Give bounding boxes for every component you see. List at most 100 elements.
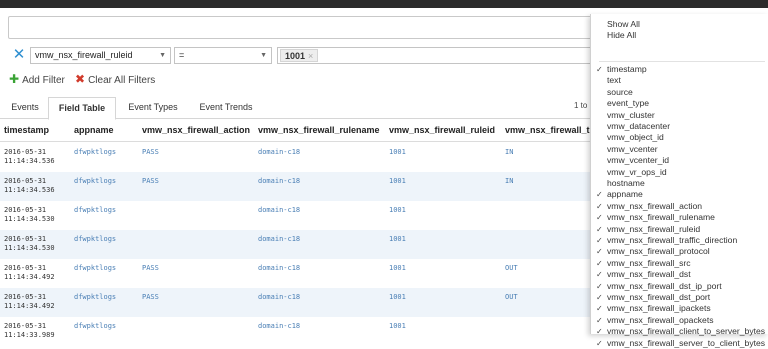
plus-icon: ✚ [9,72,20,86]
action-cell[interactable]: PASS [142,177,159,186]
filter-field-value: vmw_nsx_firewall_ruleid [35,50,133,60]
ruleid-cell[interactable]: 1001 [389,322,406,331]
add-filter-button[interactable]: ✚ Add Filter [9,72,65,86]
column-option-label: event_type [607,98,650,109]
top-bar [0,0,768,8]
checkmark-icon: ✓ [596,281,603,291]
appname-cell[interactable]: dfwpktlogs [74,177,116,186]
direction-cell[interactable]: OUT [505,293,518,302]
show-all-label: Show All [607,19,640,29]
timestamp-time: 11:14:34.530 [4,215,55,223]
column-option-label: vmw_nsx_firewall_protocol [607,246,710,257]
timestamp-time: 11:14:34.536 [4,186,55,194]
filter-field-select[interactable]: vmw_nsx_firewall_ruleid ▼ [30,47,171,64]
column-option-label: vmw_nsx_firewall_traffic_direction [607,235,738,245]
column-option-label: vmw_nsx_firewall_rulename [607,212,715,223]
timestamp-time: 11:14:34.530 [4,244,55,252]
menu-divider [599,61,765,62]
tab-field-table[interactable]: Field Table [48,97,116,120]
timestamp-cell: 2016-05-31 11:14:34.536 [4,148,55,166]
direction-cell[interactable]: IN [505,148,513,157]
column-header-rulename[interactable]: vmw_nsx_firewall_rulename [258,125,380,135]
rulename-cell[interactable]: domain-c18 [258,322,300,331]
chip-remove-icon[interactable]: × [308,51,313,61]
checkmark-icon: ✓ [596,65,603,74]
filter-value-input[interactable]: 1001 × [277,47,607,64]
column-chooser-menu: Show All Hide All ✓ timestamp text source ev… [590,14,768,348]
clear-all-filters-button[interactable]: ✖ Clear All Filters [75,72,155,86]
column-option-label: vmw_cluster [607,109,655,120]
appname-cell[interactable]: dfwpktlogs [74,206,116,215]
action-cell[interactable]: PASS [142,264,159,273]
tab-event-trends[interactable]: Event Trends [191,97,261,119]
ruleid-cell[interactable]: 1001 [389,206,406,215]
column-option-label: vmw_datacenter [607,121,671,131]
column-header-action[interactable]: vmw_nsx_firewall_action [142,125,250,135]
timestamp-cell: 2016-05-31 11:14:33.989 [4,322,55,340]
column-option-label: timestamp [607,64,647,74]
rulename-cell[interactable]: domain-c18 [258,148,300,157]
checkmark-icon: ✓ [596,190,603,200]
checkmark-icon: ✓ [596,224,603,234]
hide-all-label: Hide All [607,30,637,40]
ruleid-cell[interactable]: 1001 [389,235,406,244]
column-option-label: vmw_vr_ops_id [607,166,667,177]
column-header-appname[interactable]: appname [74,125,114,135]
ruleid-cell[interactable]: 1001 [389,293,406,302]
appname-cell[interactable]: dfwpktlogs [74,235,116,244]
timestamp-cell: 2016-05-31 11:14:34.492 [4,264,55,282]
ruleid-cell[interactable]: 1001 [389,148,406,157]
column-option-label: vmw_nsx_firewall_ruleid [607,223,701,234]
column-option-label: vmw_nsx_firewall_dst_port [607,292,711,302]
rulename-cell[interactable]: domain-c18 [258,206,300,215]
chevron-down-icon: ▼ [159,52,166,59]
appname-cell[interactable]: dfwpktlogs [74,322,116,331]
chip-label: 1001 [285,51,306,61]
column-option-label: vmw_nsx_firewall_client_to_server_bytes [607,326,766,337]
column-header-ruleid[interactable]: vmw_nsx_firewall_ruleid [389,125,495,135]
rulename-cell[interactable]: domain-c18 [258,235,300,244]
appname-cell[interactable]: dfwpktlogs [74,264,116,273]
column-header-traffic-direction[interactable]: vmw_nsx_firewall_tr [505,125,593,135]
tab-event-types[interactable]: Event Types [120,97,186,119]
timestamp-time: 11:14:34.536 [4,157,55,165]
action-cell[interactable]: PASS [142,293,159,302]
timestamp-cell: 2016-05-31 11:14:34.536 [4,177,55,195]
direction-cell[interactable]: OUT [505,264,518,273]
remove-filter-icon[interactable]: ✕ [11,46,27,64]
ruleid-cell[interactable]: 1001 [389,177,406,186]
column-option-label: vmw_nsx_firewall_dst [607,269,691,280]
search-input[interactable] [8,16,608,39]
rulename-cell[interactable]: domain-c18 [258,177,300,186]
timestamp-date: 2016-05-31 [4,264,47,272]
column-option-label: vmw_nsx_firewall_opackets [607,314,714,325]
checkmark-icon: ✓ [596,201,603,211]
ruleid-cell[interactable]: 1001 [389,264,406,273]
column-header-timestamp[interactable]: timestamp [4,125,49,135]
action-cell[interactable]: PASS [142,148,159,157]
checkmark-icon: ✓ [596,327,603,337]
add-filter-label: Add Filter [22,75,65,86]
tab-events[interactable]: Events [4,97,46,119]
filter-value-chip: 1001 × [280,49,319,62]
checkmark-icon: ✓ [596,270,603,280]
timestamp-date: 2016-05-31 [4,322,47,330]
column-option-label: source [607,86,633,97]
checkmark-icon: ✓ [596,247,603,257]
clear-icon: ✖ [75,72,86,86]
checkmark-icon: ✓ [596,338,603,348]
appname-cell[interactable]: dfwpktlogs [74,148,116,157]
rulename-cell[interactable]: domain-c18 [258,264,300,273]
rulename-cell[interactable]: domain-c18 [258,293,300,302]
timestamp-date: 2016-05-31 [4,148,47,156]
clear-filters-label: Clear All Filters [88,75,156,86]
timestamp-cell: 2016-05-31 11:14:34.492 [4,293,55,311]
pagination-text: 1 to [574,101,588,110]
filter-operator-select[interactable]: = ▼ [174,47,272,64]
checkmark-icon: ✓ [596,304,603,314]
direction-cell[interactable]: IN [505,177,513,186]
appname-cell[interactable]: dfwpktlogs [74,293,116,302]
filter-operator-value: = [179,50,185,60]
timestamp-date: 2016-05-31 [4,235,47,243]
column-option-label: vmw_nsx_firewall_ipackets [607,303,711,314]
